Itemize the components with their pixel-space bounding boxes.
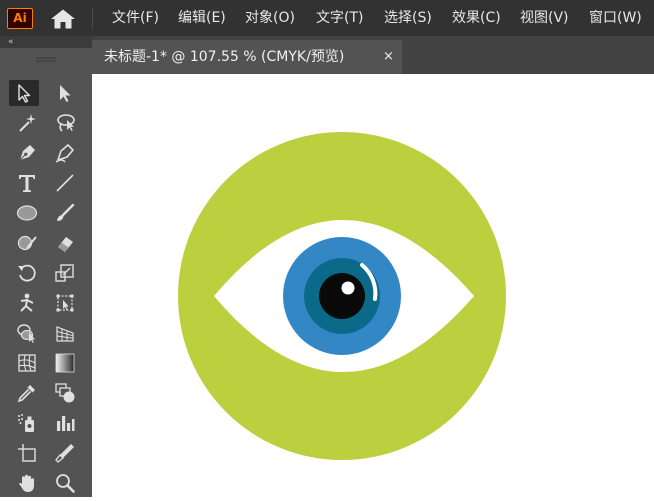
artwork-pupil[interactable] <box>319 273 365 319</box>
artboard-canvas[interactable] <box>92 74 654 497</box>
slice-tool-icon[interactable] <box>50 440 80 466</box>
mesh-tool-icon[interactable] <box>12 350 42 376</box>
eyedropper-tool-icon[interactable] <box>12 380 42 406</box>
hand-tool-icon[interactable] <box>12 470 42 496</box>
ellipse-tool-icon[interactable] <box>12 200 42 226</box>
pen-tool-icon[interactable] <box>12 140 42 166</box>
document-tab-title: 未标题-1* @ 107.55 % (CMYK/预览) <box>104 49 345 65</box>
menu-bar: Ai 文件(F) 编辑(E) 对象(O) 文字(T) 选择(S) 效果(C) 视… <box>0 0 654 36</box>
menu-edit[interactable]: 编辑(E) <box>178 0 226 36</box>
menu-type[interactable]: 文字(T) <box>316 0 363 36</box>
menu-effect[interactable]: 效果(C) <box>452 0 501 36</box>
artwork-highlight-dot[interactable] <box>341 281 355 295</box>
curvature-tool-icon[interactable] <box>50 140 80 166</box>
panel-grip[interactable] <box>0 50 92 62</box>
close-tab-icon[interactable]: × <box>383 40 394 74</box>
type-tool-icon[interactable] <box>12 170 42 196</box>
line-segment-tool-icon[interactable] <box>50 170 80 196</box>
direct-selection-tool-icon[interactable] <box>50 80 80 106</box>
document-tab[interactable]: 未标题-1* @ 107.55 % (CMYK/预览) × <box>92 40 402 74</box>
menu-view[interactable]: 视图(V) <box>520 0 569 36</box>
column-graph-tool-icon[interactable] <box>50 410 80 436</box>
lasso-tool-icon[interactable] <box>50 110 80 136</box>
menu-window[interactable]: 窗口(W) <box>589 0 642 36</box>
tools-panel-header: « <box>0 36 92 48</box>
collapse-panel-button[interactable]: « <box>8 36 14 48</box>
blend-tool-icon[interactable] <box>50 380 80 406</box>
free-transform-tool-icon[interactable] <box>50 290 80 316</box>
menu-object[interactable]: 对象(O) <box>245 0 295 36</box>
illustrator-logo[interactable]: Ai <box>7 8 33 29</box>
menu-separator <box>92 7 93 29</box>
artboard-tool-icon[interactable] <box>12 440 42 466</box>
zoom-tool-icon[interactable] <box>50 470 80 496</box>
scale-tool-icon[interactable] <box>50 260 80 286</box>
perspective-grid-tool-icon[interactable] <box>50 320 80 346</box>
magic-wand-tool-icon[interactable] <box>12 110 42 136</box>
symbol-sprayer-tool-icon[interactable] <box>12 410 42 436</box>
artwork <box>178 132 506 460</box>
eraser-tool-icon[interactable] <box>50 230 80 256</box>
rotate-tool-icon[interactable] <box>12 260 42 286</box>
document-tab-bar: 未标题-1* @ 107.55 % (CMYK/预览) × <box>92 36 654 74</box>
puppet-warp-tool-icon[interactable] <box>12 290 42 316</box>
gradient-tool-icon[interactable] <box>50 350 80 376</box>
home-icon[interactable] <box>50 9 76 29</box>
selection-tool-icon[interactable] <box>9 80 39 106</box>
shaper-tool-icon[interactable] <box>12 230 42 256</box>
shape-builder-tool-icon[interactable] <box>12 320 42 346</box>
menu-select[interactable]: 选择(S) <box>384 0 432 36</box>
tools-panel: « <box>0 36 92 497</box>
paintbrush-tool-icon[interactable] <box>50 200 80 226</box>
menu-file[interactable]: 文件(F) <box>112 0 159 36</box>
